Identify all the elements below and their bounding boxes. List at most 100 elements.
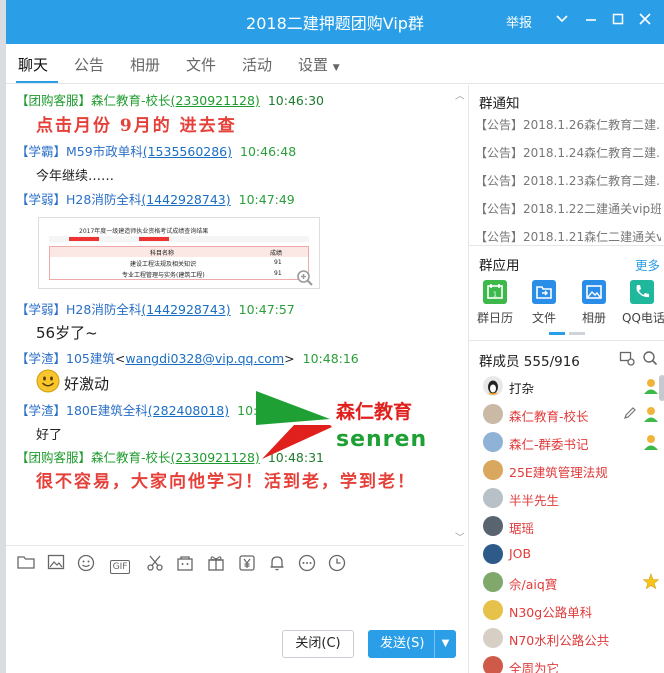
sender-role: 【学霸】 (16, 144, 67, 159)
member-item[interactable]: 森仁教育-校长 (483, 403, 663, 427)
apps-more-link[interactable]: 更多 (635, 255, 660, 274)
zoom-in-icon[interactable] (296, 269, 314, 287)
emoji-icon[interactable] (75, 554, 97, 574)
sender-nick[interactable]: H28消防全科 (66, 302, 141, 317)
image-row-subject: 建设工程法规及相关知识 (130, 261, 197, 268)
member-list-scrollbar[interactable] (659, 375, 664, 673)
message-image[interactable]: 2017年度一级建造师执业资格考试成绩查询结果 科目名称 成绩 建设工程法规及相… (38, 217, 320, 289)
tab-announcement[interactable]: 公告 (74, 54, 104, 75)
member-name: 森仁-群委书记 (509, 437, 589, 452)
report-link[interactable]: 举报 (506, 12, 532, 31)
clock-icon[interactable] (326, 554, 348, 574)
bell-icon[interactable] (266, 554, 288, 574)
edit-icon[interactable] (623, 406, 637, 420)
close-button[interactable]: 关闭(C) (282, 630, 354, 658)
sender-email[interactable]: wangdi0328@vip.qq.com (125, 351, 284, 366)
member-item[interactable]: N70水利公路公共 (483, 627, 663, 651)
sender-uid[interactable]: (1442928743) (141, 192, 230, 207)
gif-icon[interactable]: GIF (107, 554, 133, 574)
message-input[interactable] (6, 582, 464, 627)
image-title: 2017年度一级建造师执业资格考试成绩查询结果 (79, 228, 209, 235)
files-icon (532, 280, 556, 304)
message-time: 10:47:57 (238, 302, 295, 317)
scroll-up-icon[interactable]: ︿ (455, 87, 464, 102)
message-text: 好激动 (64, 375, 110, 393)
sender-nick[interactable]: 105建筑 (66, 351, 115, 366)
image-row-score: 91 (274, 270, 282, 277)
sender-uid[interactable]: (2330921128) (171, 93, 260, 108)
gift-icon[interactable] (205, 554, 227, 574)
shop-icon[interactable] (174, 554, 196, 574)
notice-item[interactable]: 【公告】2018.1.23森仁教育二建... (475, 172, 661, 189)
chat-scrollbar[interactable]: ︿ ﹀ (454, 85, 464, 545)
message-header: 【团购客服】森仁教育-校长(2330921128) 10:46:30 (16, 90, 324, 109)
members-count: 555/916 (523, 354, 580, 370)
admin-badge-icon (643, 433, 659, 451)
chat-history[interactable]: 【团购客服】森仁教育-校长(2330921128) 10:46:30 点击月份 9… (6, 85, 464, 545)
app-album[interactable]: 相册 (574, 280, 614, 326)
member-item[interactable]: 打杂 (483, 375, 663, 399)
app-qq-call-label: QQ电话 (622, 311, 664, 325)
sender-uid[interactable]: (1442928743) (141, 302, 230, 317)
scroll-down-icon[interactable]: ﹀ (455, 529, 464, 544)
member-item[interactable]: N30g公路单科 (483, 599, 663, 623)
tab-bar: 聊天 公告 相册 文件 活动 设置 ▼ (6, 44, 664, 84)
sender-role: 【学渣】 (16, 351, 67, 366)
tab-chat[interactable]: 聊天 (18, 54, 48, 75)
sender-nick[interactable]: M59市政单科 (66, 144, 143, 159)
sender-uid[interactable]: (1535560286) (143, 144, 232, 159)
sender-nick[interactable]: 森仁教育-校长 (91, 93, 171, 108)
minimize-icon[interactable] (580, 9, 602, 33)
member-item[interactable]: 琚瑶 (483, 515, 663, 539)
folder-icon[interactable] (15, 554, 37, 574)
maximize-icon[interactable] (607, 9, 629, 33)
sender-nick[interactable]: H28消防全科 (66, 192, 141, 207)
member-item[interactable]: 全周为它 (483, 655, 663, 673)
yen-icon[interactable] (236, 554, 258, 574)
close-icon[interactable] (634, 9, 656, 33)
app-files[interactable]: 文件 (524, 280, 564, 326)
tab-activity[interactable]: 活动 (242, 54, 272, 75)
scissors-icon[interactable] (144, 554, 166, 574)
tab-album[interactable]: 相册 (130, 54, 160, 75)
group-side-panel: 群通知 【公告】2018.1.26森仁教育二建... 【公告】2018.1.24… (468, 85, 664, 673)
member-search-icon[interactable] (642, 350, 658, 366)
avatar (483, 488, 503, 508)
message-header: 【学弱】H28消防全科(1442928743) 10:47:57 (16, 299, 295, 318)
message-header: 【学霸】M59市政单科(1535560286) 10:46:48 (16, 141, 296, 160)
notice-item[interactable]: 【公告】2018.1.24森仁教育二建... (475, 144, 661, 161)
chevron-down-icon[interactable]: ▼ (434, 630, 456, 658)
notice-item[interactable]: 【公告】2018.1.26森仁教育二建... (475, 116, 661, 133)
sender-nick[interactable]: 森仁教育-校长 (91, 450, 171, 465)
sender-uid[interactable]: (2330921128) (171, 450, 260, 465)
message-text: 好了 (36, 428, 63, 443)
sender-nick[interactable]: 180E建筑全科 (66, 403, 148, 418)
member-item[interactable]: JOB (483, 543, 663, 567)
tab-settings[interactable]: 设置 ▼ (298, 54, 340, 75)
app-qq-call[interactable]: QQ电话 (622, 280, 664, 326)
image-col-score: 成绩 (270, 250, 283, 257)
sender-role: 【学渣】 (16, 403, 67, 418)
member-item[interactable]: 25E建筑管理法规 (483, 459, 663, 483)
more-icon[interactable] (296, 554, 318, 574)
member-item[interactable]: 佘/aiq寳 (483, 571, 663, 595)
app-calendar[interactable]: 1 群日历 (475, 280, 515, 326)
send-button-label: 发送(S) (380, 636, 425, 651)
send-button[interactable]: 发送(S) ▼ (368, 630, 456, 658)
sender-role: 【团购客服】 (16, 93, 92, 108)
notice-item[interactable]: 【公告】2018.1.21森仁二建通关vi... (475, 228, 661, 245)
chevron-down-icon[interactable] (551, 9, 573, 33)
notice-item[interactable]: 【公告】2018.1.22二建通关vip班... (475, 200, 661, 217)
message-time: 10:47:49 (238, 192, 295, 207)
member-item[interactable]: 半半先生 (483, 487, 663, 511)
sender-uid[interactable]: (282408018) (148, 403, 229, 418)
message-text: 56岁了~ (36, 324, 98, 342)
image-icon[interactable] (45, 554, 67, 574)
tab-files[interactable]: 文件 (186, 54, 216, 75)
member-name: 打杂 (509, 381, 535, 396)
member-settings-icon[interactable] (619, 350, 635, 366)
sender-role: 【学弱】 (16, 192, 67, 207)
notice-title: 群通知 (479, 96, 520, 112)
avatar (483, 404, 503, 424)
member-item[interactable]: 森仁-群委书记 (483, 431, 663, 455)
